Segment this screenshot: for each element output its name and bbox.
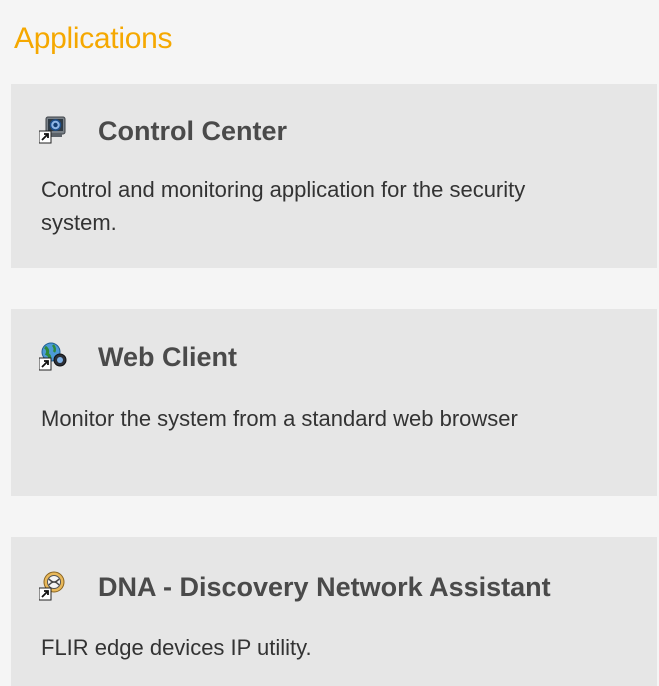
section-title: Applications — [14, 22, 173, 55]
app-description: Control and monitoring application for t… — [41, 177, 526, 235]
app-description: FLIR edge devices IP utility. — [41, 635, 312, 660]
app-card-control-center[interactable]: Control Center Control and monitoring ap… — [11, 84, 657, 268]
web-client-icon — [38, 341, 67, 371]
applications-panel: Applications Control Center Control and … — [0, 0, 659, 686]
app-description: Monitor the system from a standard web b… — [41, 406, 518, 431]
app-name: Control Center — [98, 116, 287, 146]
dna-icon — [38, 571, 67, 601]
app-name: Web Client — [98, 342, 238, 372]
control-center-icon — [38, 114, 67, 144]
app-name: DNA - Discovery Network Assistant — [98, 572, 551, 602]
app-card-web-client[interactable]: Web Client Monitor the system from a sta… — [11, 309, 657, 496]
app-card-dna[interactable]: DNA - Discovery Network Assistant FLIR e… — [11, 537, 657, 686]
